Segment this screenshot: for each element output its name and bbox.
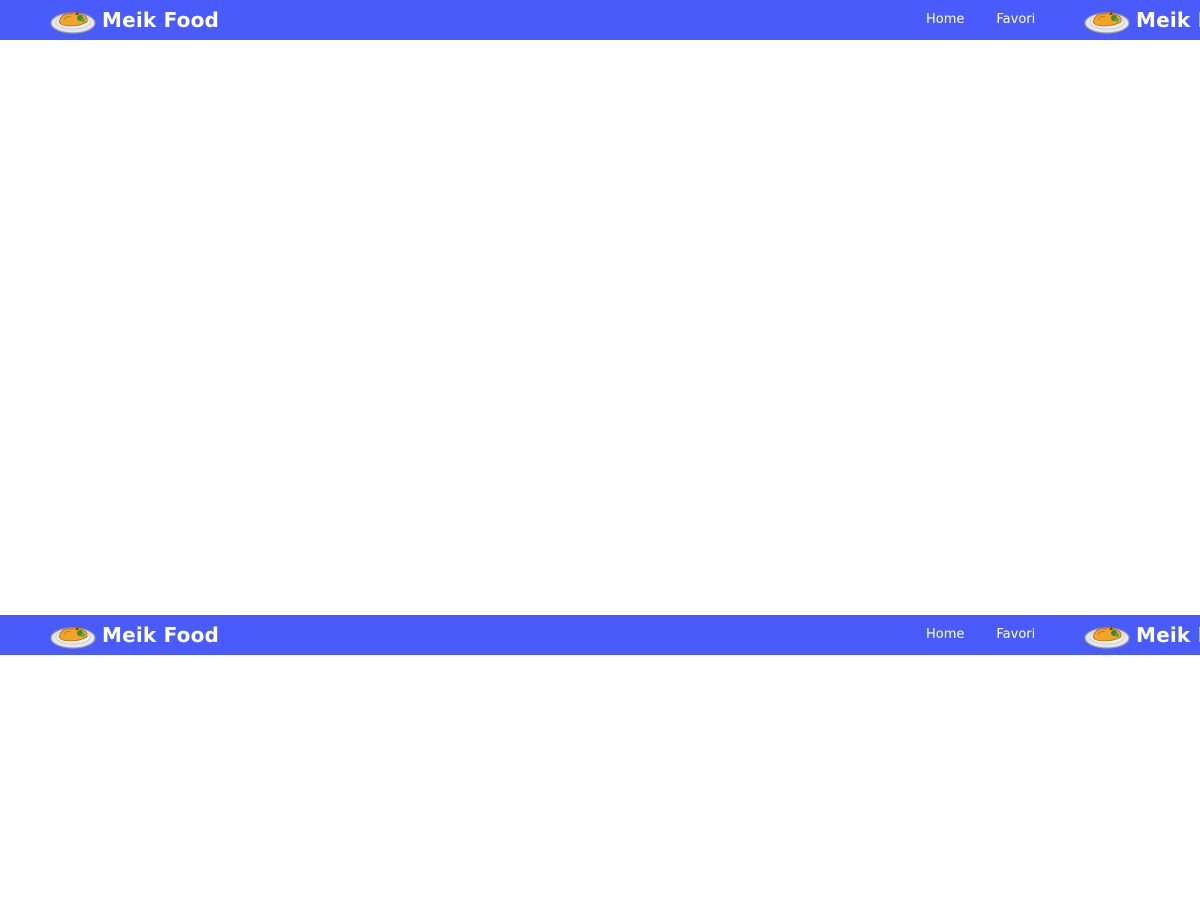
top-navbar: Meik Food Home Favori Meik Food: [0, 0, 1200, 40]
nav-links: Home Favori: [910, 0, 1051, 40]
nav-link-favori[interactable]: Favori: [980, 0, 1051, 40]
brand-link-repeat[interactable]: Meik Food: [1084, 0, 1200, 40]
content-area: [0, 40, 1200, 615]
nav-link-favori[interactable]: Favori: [980, 615, 1051, 655]
brand-name: Meik Food: [1136, 623, 1200, 647]
food-plate-icon: [1084, 11, 1130, 34]
food-plate-icon: [1084, 626, 1130, 649]
repeat-navbar: Meik Food Home Favori Meik Food: [0, 615, 1200, 655]
content-area: [0, 655, 1200, 900]
food-plate-icon: [50, 11, 96, 34]
brand-link[interactable]: Meik Food: [50, 0, 219, 40]
brand-name: Meik Food: [102, 623, 220, 647]
brand-name: Meik Food: [1136, 8, 1200, 32]
brand-link[interactable]: Meik Food: [50, 615, 219, 655]
nav-link-home[interactable]: Home: [910, 615, 980, 655]
brand-link-repeat[interactable]: Meik Food: [1084, 615, 1200, 655]
nav-links: Home Favori: [910, 615, 1051, 655]
nav-link-home[interactable]: Home: [910, 0, 980, 40]
food-plate-icon: [50, 626, 96, 649]
brand-name: Meik Food: [102, 8, 220, 32]
